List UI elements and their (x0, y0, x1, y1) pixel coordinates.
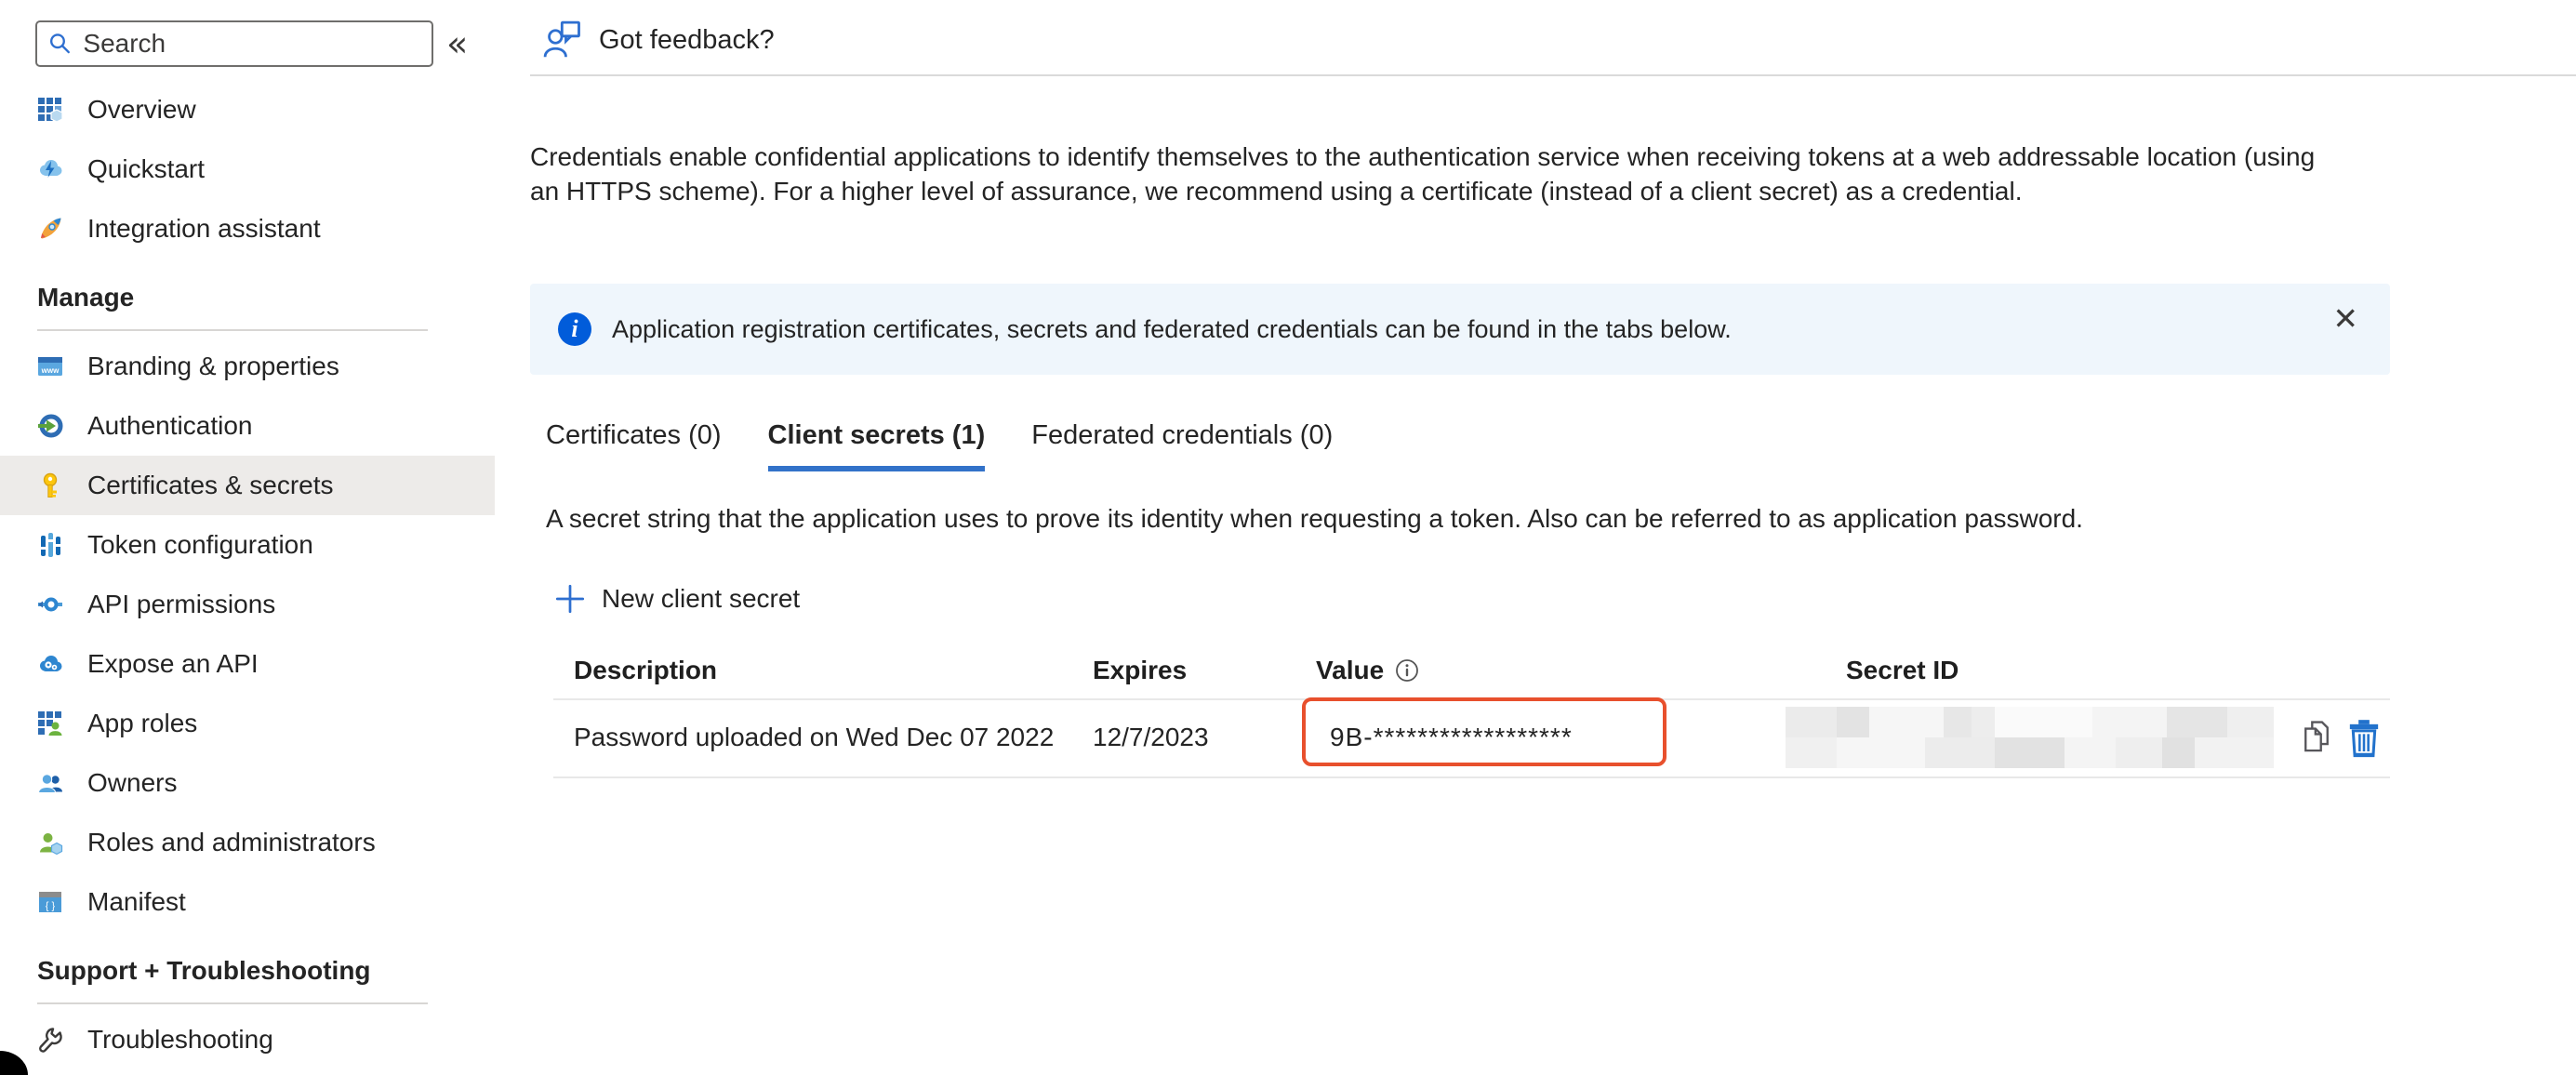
column-expires: Expires (1093, 656, 1187, 685)
roles-administrators-icon (37, 829, 63, 856)
copy-button[interactable] (2300, 719, 2337, 760)
sidebar-item-token-configuration[interactable]: Token configuration (0, 515, 495, 575)
overview-icon (37, 97, 63, 123)
tab-certificates[interactable]: Certificates (0) (546, 420, 722, 471)
svg-text:www: www (41, 366, 60, 375)
sidebar-item-owners[interactable]: Owners (0, 753, 495, 813)
api-permissions-icon (37, 591, 63, 617)
sidebar-item-manifest[interactable]: { } Manifest (0, 872, 495, 932)
new-client-secret-label: New client secret (602, 584, 800, 614)
client-secrets-description: A secret string that the application use… (546, 504, 2313, 534)
authentication-icon (37, 413, 63, 439)
sidebar-item-branding-properties[interactable]: www Branding & properties (0, 337, 495, 396)
info-banner-text: Application registration certificates, s… (612, 315, 1732, 344)
secret-value-cell: 9B-****************** (1330, 723, 1573, 752)
sidebar-item-overview[interactable]: Overview (0, 80, 495, 139)
sidebar-item-label: Troubleshooting (87, 1025, 273, 1055)
collapse-sidebar-icon[interactable]: « (446, 22, 468, 65)
search-box[interactable] (35, 20, 433, 67)
section-label: Support + Troubleshooting (0, 954, 495, 988)
sidebar-item-label: Authentication (87, 411, 252, 441)
got-feedback-label: Got feedback? (599, 25, 775, 56)
feedback-icon (543, 20, 582, 60)
section-label: Manage (0, 281, 495, 314)
value-info-icon[interactable] (1395, 658, 1419, 683)
trash-icon (2346, 719, 2382, 758)
sidebar-item-troubleshooting[interactable]: Troubleshooting (0, 1010, 495, 1069)
manifest-icon: { } (37, 889, 63, 915)
plus-icon (555, 584, 585, 614)
header-divider (530, 74, 2576, 76)
table-row: Password uploaded on Wed Dec 07 2022 12/… (553, 700, 2390, 778)
delete-button[interactable] (2346, 719, 2383, 760)
credential-tabs: Certificates (0) Client secrets (1) Fede… (546, 420, 1333, 471)
token-configuration-icon (37, 532, 63, 558)
sidebar-item-roles-and-administrators[interactable]: Roles and administrators (0, 813, 495, 872)
sidebar-item-label: Overview (87, 95, 196, 125)
owners-icon (37, 770, 63, 796)
sidebar-item-label: Branding & properties (87, 352, 339, 381)
tab-client-secrets[interactable]: Client secrets (1) (768, 420, 986, 471)
column-description: Description (574, 656, 717, 685)
svg-text:{ }: { } (46, 901, 56, 912)
sidebar-item-certificates-secrets[interactable]: Certificates & secrets (0, 456, 495, 515)
sidebar-item-label: App roles (87, 709, 197, 738)
client-secrets-table: Description Expires Value Secret ID Pass… (553, 648, 2390, 778)
sidebar-item-api-permissions[interactable]: API permissions (0, 575, 495, 634)
info-icon: i (558, 312, 591, 346)
key-icon (37, 472, 63, 498)
copy-icon (2300, 719, 2333, 756)
search-icon (48, 31, 72, 57)
column-secret-id: Secret ID (1846, 656, 1959, 685)
expose-api-icon (37, 651, 63, 677)
sidebar: « Overview (0, 0, 495, 1075)
secret-id-redacted (1786, 707, 2274, 768)
sidebar-item-label: Owners (87, 768, 177, 798)
sidebar-item-integration-assistant[interactable]: Integration assistant (0, 199, 495, 259)
quickstart-icon (37, 156, 63, 182)
sidebar-item-label: Manifest (87, 887, 186, 917)
sidebar-item-label: Roles and administrators (87, 828, 376, 857)
wrench-icon (37, 1027, 63, 1053)
sidebar-section-support: Support + Troubleshooting (0, 954, 495, 1004)
branding-icon: www (37, 353, 63, 379)
section-divider (37, 1002, 428, 1004)
sidebar-item-label: Token configuration (87, 530, 313, 560)
search-input[interactable] (83, 29, 420, 59)
tab-federated-credentials[interactable]: Federated credentials (0) (1031, 420, 1333, 471)
secret-expires-cell: 12/7/2023 (1093, 723, 1209, 752)
new-client-secret-button[interactable]: New client secret (555, 584, 800, 614)
sidebar-item-quickstart[interactable]: Quickstart (0, 139, 495, 199)
sidebar-item-label: API permissions (87, 590, 275, 619)
got-feedback-button[interactable]: Got feedback? (543, 20, 775, 60)
sidebar-item-authentication[interactable]: Authentication (0, 396, 495, 456)
sidebar-section-manage: Manage (0, 281, 495, 331)
table-header: Description Expires Value Secret ID (553, 648, 2390, 700)
sidebar-item-label: Expose an API (87, 649, 259, 679)
sidebar-nav: Overview Quickstart (0, 80, 495, 1069)
sidebar-item-app-roles[interactable]: App roles (0, 694, 495, 753)
integration-assistant-icon (37, 216, 63, 242)
section-divider (37, 329, 428, 331)
column-value: Value (1316, 656, 1419, 685)
sidebar-item-label: Quickstart (87, 154, 205, 184)
credentials-intro-text: Credentials enable confidential applicat… (530, 139, 2316, 208)
app-window: « Overview (0, 0, 2576, 1075)
sidebar-item-expose-an-api[interactable]: Expose an API (0, 634, 495, 694)
info-banner: i Application registration certificates,… (530, 284, 2390, 375)
sidebar-item-label: Certificates & secrets (87, 471, 334, 500)
sidebar-item-label: Integration assistant (87, 214, 321, 244)
close-icon[interactable]: ✕ (2332, 300, 2358, 337)
app-roles-icon (37, 710, 63, 737)
secret-description-cell: Password uploaded on Wed Dec 07 2022 (574, 723, 1054, 752)
